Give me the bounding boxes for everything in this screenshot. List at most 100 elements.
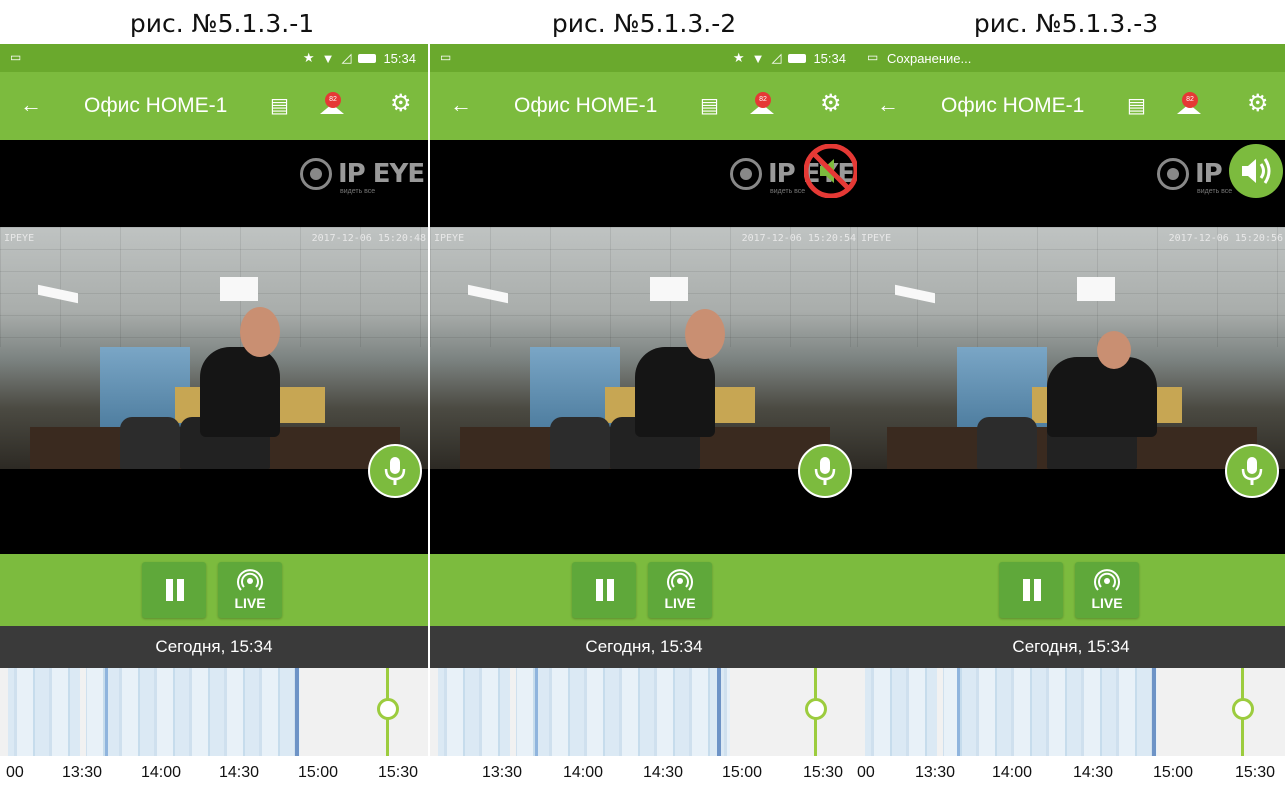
figure-caption-3: рис. №5.1.3.-3 — [973, 9, 1159, 38]
saving-status: Сохранение... — [887, 51, 972, 66]
camera-frame: IPEYE 2017-12-06 15:20:54 — [430, 227, 858, 469]
live-button[interactable]: LIVE — [218, 562, 282, 618]
timeline-ticks: 00 13:30 14:00 14:30 15:00 15:30 — [857, 756, 1285, 796]
tick-label: 15:30 — [378, 764, 419, 781]
sound-muted-button[interactable] — [803, 143, 858, 199]
alarm-icon[interactable]: 82 — [750, 92, 774, 114]
wifi-icon: ▼ — [321, 50, 335, 66]
video-player[interactable]: IP EYEвидеть все IPEYE 2017-12-06 15:20:… — [857, 140, 1285, 554]
timeline-knob[interactable] — [1232, 698, 1254, 720]
alarm-badge: 82 — [755, 92, 771, 108]
timeline-ticks: 13:30 14:00 14:30 15:00 15:30 — [430, 756, 858, 796]
microphone-icon — [1241, 457, 1263, 485]
wifi-icon: ▼ — [751, 50, 765, 66]
date-label: Сегодня, 15:34 — [430, 626, 858, 668]
status-bar: ▭ Сохранение... — [857, 44, 1285, 72]
osd-label: IPEYE — [434, 233, 465, 244]
live-label: LIVE — [664, 595, 696, 611]
speaker-muted-icon — [803, 143, 858, 199]
tick-label: 13:30 — [482, 764, 523, 781]
tick-label: 15:00 — [298, 764, 339, 781]
figure-caption-2: рис. №5.1.3.-2 — [551, 9, 737, 38]
signal-icon: ◿ — [341, 50, 352, 65]
timeline-knob[interactable] — [805, 698, 827, 720]
arrow-left-icon[interactable]: ← — [20, 92, 42, 118]
calendar-icon[interactable]: ▤ — [1127, 93, 1146, 118]
status-time: 15:34 — [813, 50, 846, 66]
timeline-ticks: 00 13:30 14:00 14:30 15:00 15:30 — [0, 756, 428, 796]
tick-label: 15:30 — [803, 764, 844, 781]
broadcast-icon — [1094, 569, 1120, 591]
tick-label: 14:00 — [992, 764, 1033, 781]
alarm-badge: 82 — [325, 92, 341, 108]
alarm-icon[interactable]: 82 — [320, 92, 344, 114]
app-bar: ← Офис HOME-1 ▤ 82 ⚙ — [430, 72, 858, 140]
pause-button[interactable] — [572, 562, 636, 618]
broadcast-icon — [237, 569, 263, 591]
osd-timestamp: 2017-12-06 15:20:56 — [1168, 233, 1283, 244]
microphone-icon — [384, 457, 406, 485]
signal-icon: ◿ — [771, 50, 782, 65]
timeline-track[interactable] — [0, 668, 428, 756]
app-bar: ← Офис HOME-1 ▤ 82 ⚙ — [0, 72, 428, 140]
status-time: 15:34 — [383, 50, 416, 66]
tick-label: 13:30 — [62, 764, 103, 781]
notification-icon: ▭ — [440, 50, 452, 64]
live-button[interactable]: LIVE — [648, 562, 712, 618]
camera-frame: IPEYE 2017-12-06 15:20:48 — [0, 227, 428, 469]
pause-button[interactable] — [142, 562, 206, 618]
figure-caption-1: рис. №5.1.3.-1 — [129, 9, 315, 38]
camera-title: Офис HOME-1 — [941, 94, 1085, 117]
status-bar: ▭ ★ ▼ ◿ 15:34 — [430, 44, 858, 72]
microphone-icon — [814, 457, 836, 485]
phone-screen-1: ▭ ★ ▼ ◿ 15:34 ← Офис HOME-1 ▤ 82 ⚙ IP EY… — [0, 44, 428, 796]
date-label: Сегодня, 15:34 — [0, 626, 428, 668]
osd-label: IPEYE — [861, 233, 892, 244]
arrow-left-icon[interactable]: ← — [877, 92, 899, 118]
live-label: LIVE — [234, 595, 266, 611]
tick-label: 14:00 — [563, 764, 604, 781]
camera-title: Офис HOME-1 — [84, 94, 228, 117]
microphone-button[interactable] — [798, 444, 852, 498]
osd-label: IPEYE — [4, 233, 35, 244]
star-icon: ★ — [302, 50, 315, 65]
calendar-icon[interactable]: ▤ — [700, 93, 719, 118]
date-label: Сегодня, 15:34 — [857, 626, 1285, 668]
video-player[interactable]: IP EYEвидеть все IPEYE 2017-12-06 15:20:… — [0, 140, 428, 554]
battery-icon — [788, 53, 807, 63]
notification-icon: ▭ — [867, 50, 879, 64]
alarm-icon[interactable]: 82 — [1177, 92, 1201, 114]
tick-label: 14:00 — [141, 764, 182, 781]
microphone-button[interactable] — [368, 444, 422, 498]
microphone-button[interactable] — [1225, 444, 1279, 498]
pause-button[interactable] — [999, 562, 1063, 618]
playback-controls: LIVE — [430, 554, 858, 626]
timeline-track[interactable] — [430, 668, 858, 756]
gear-icon[interactable]: ⚙ — [390, 89, 412, 118]
speaker-on-icon — [1242, 158, 1271, 184]
osd-timestamp: 2017-12-06 15:20:48 — [311, 233, 426, 244]
camera-frame: IPEYE 2017-12-06 15:20:56 — [857, 227, 1285, 469]
video-player[interactable]: IP EYEвидеть все IPEYE 2017-12-06 15:20:… — [430, 140, 858, 554]
sound-on-button[interactable] — [1229, 144, 1283, 198]
arrow-left-icon[interactable]: ← — [450, 92, 472, 118]
calendar-icon[interactable]: ▤ — [270, 93, 289, 118]
alarm-badge: 82 — [1182, 92, 1198, 108]
gear-icon[interactable]: ⚙ — [1247, 89, 1269, 118]
tick-label: 15:00 — [722, 764, 763, 781]
camera-title: Офис HOME-1 — [514, 94, 658, 117]
tick-label: 14:30 — [643, 764, 684, 781]
tick-label: 15:30 — [1235, 764, 1276, 781]
broadcast-icon — [667, 569, 693, 591]
tick-label: 13:30 — [915, 764, 956, 781]
gear-icon[interactable]: ⚙ — [820, 89, 842, 118]
tick-label: 14:30 — [219, 764, 260, 781]
timeline-knob[interactable] — [377, 698, 399, 720]
ipeye-logo: IP EYEвидеть все — [300, 158, 425, 195]
timeline-track[interactable] — [857, 668, 1285, 756]
live-button[interactable]: LIVE — [1075, 562, 1139, 618]
tick-label: 00 — [857, 764, 875, 781]
playback-controls: LIVE — [0, 554, 428, 626]
playback-controls: LIVE — [857, 554, 1285, 626]
tick-label: 00 — [6, 764, 24, 781]
